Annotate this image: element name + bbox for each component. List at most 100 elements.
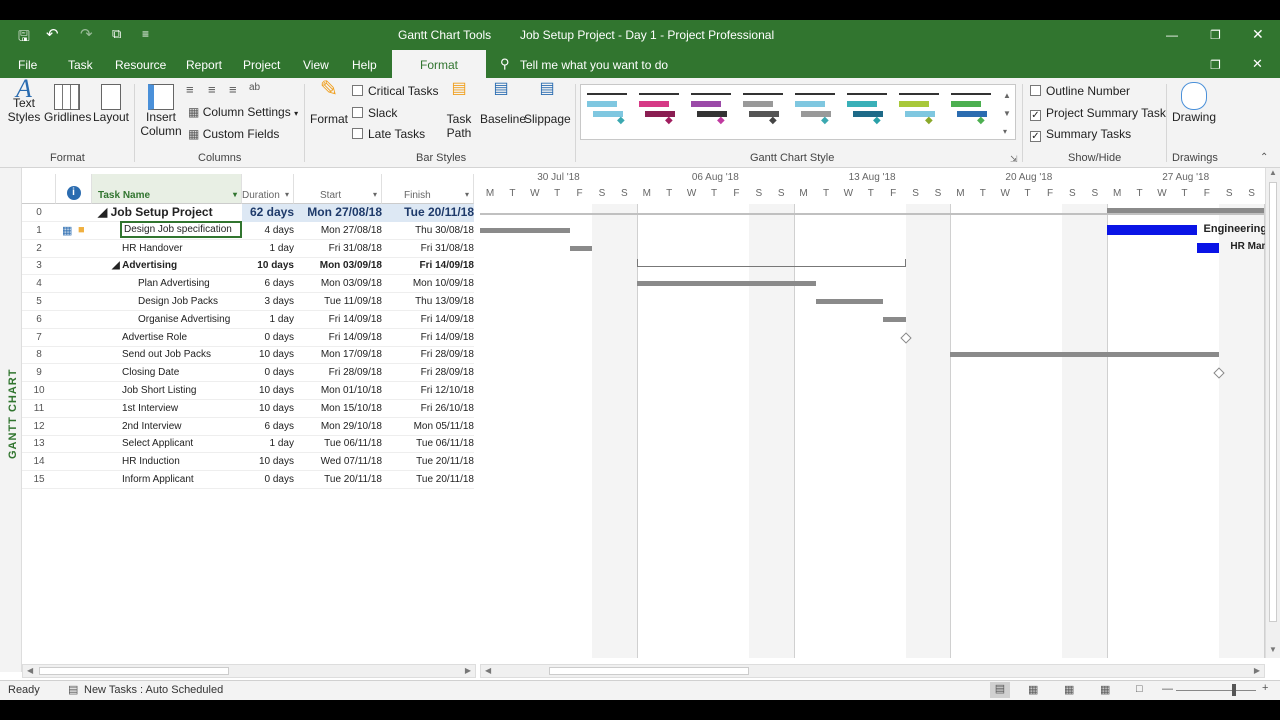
table-row[interactable]: 8 Send out Job Packs 10 days Mon 17/09/18 Fr…: [22, 346, 474, 365]
layout-button[interactable]: Layout: [92, 82, 130, 124]
duration-cell[interactable]: 0 days: [242, 332, 294, 343]
finish-cell[interactable]: Fri 14/09/18: [384, 332, 474, 343]
duration-cell[interactable]: 3 days: [242, 296, 294, 307]
duration-cell[interactable]: 1 day: [242, 438, 294, 449]
chart-scroll-thumb[interactable]: [549, 667, 749, 675]
slack-checkbox[interactable]: Slack: [352, 106, 397, 120]
start-cell[interactable]: Mon 15/10/18: [298, 403, 382, 414]
gantt-style-swatch[interactable]: ◆: [795, 91, 835, 135]
task-bar[interactable]: [816, 299, 884, 304]
format-bar-button[interactable]: ✎ Format: [308, 78, 350, 127]
zoom-slider[interactable]: [1176, 690, 1256, 691]
task-bar[interactable]: [950, 352, 1220, 358]
note-indicator-icon[interactable]: ■: [78, 224, 85, 236]
start-header[interactable]: Start ▾: [294, 174, 382, 204]
tab-resource[interactable]: Resource: [115, 58, 166, 72]
gantt-style-swatch[interactable]: ◆: [847, 91, 887, 135]
duration-header[interactable]: Duration ▾: [242, 174, 294, 204]
close-project-icon[interactable]: ✕: [1252, 56, 1263, 72]
zoom-out-icon[interactable]: —: [1162, 683, 1173, 695]
finish-cell[interactable]: Fri 14/09/18: [384, 260, 474, 271]
table-row[interactable]: 12 2nd Interview 6 days Mon 29/10/18 Mon 05/…: [22, 418, 474, 436]
task-bar-selected[interactable]: [1107, 224, 1197, 235]
finish-cell[interactable]: Mon 05/11/18: [384, 421, 474, 432]
gantt-style-swatch[interactable]: ◆: [951, 91, 991, 135]
gantt-view-icon[interactable]: ▤: [990, 682, 1010, 698]
task-name-cell[interactable]: Select Applicant: [122, 438, 193, 449]
vertical-scrollbar[interactable]: ▲ ▼: [1265, 168, 1280, 658]
zoom-slider-thumb[interactable]: [1232, 684, 1236, 696]
duration-cell[interactable]: 0 days: [242, 474, 294, 485]
baseline-button[interactable]: ▤ Baseline: [480, 81, 526, 127]
table-row[interactable]: 9 Closing Date 0 days Fri 28/09/18 Fri 28/09…: [22, 364, 474, 383]
duration-cell[interactable]: 62 days: [242, 205, 294, 219]
finish-cell[interactable]: Fri 31/08/18: [384, 243, 474, 254]
sheet-horizontal-scrollbar[interactable]: ◀ ▶: [22, 664, 476, 678]
task-id-cell[interactable]: 12: [22, 421, 56, 432]
start-cell[interactable]: Fri 31/08/18: [298, 243, 382, 254]
tab-file[interactable]: File: [18, 58, 37, 72]
task-id-cell[interactable]: 1: [22, 225, 56, 236]
task-name-cell[interactable]: 2nd Interview: [122, 421, 181, 432]
slippage-button[interactable]: ▤ Slippage: [524, 81, 571, 127]
task-path-button[interactable]: ▤ Task Path: [440, 81, 478, 141]
start-cell[interactable]: Mon 27/08/18: [298, 205, 382, 219]
duration-cell[interactable]: 1 day: [242, 243, 294, 254]
finish-cell[interactable]: Fri 28/09/18: [384, 349, 474, 360]
finish-cell[interactable]: Fri 14/09/18: [384, 314, 474, 325]
gantt-style-swatch[interactable]: ◆: [691, 91, 731, 135]
tab-help[interactable]: Help: [352, 58, 377, 72]
start-cell[interactable]: Fri 14/09/18: [298, 332, 382, 343]
ribbon-display-icon[interactable]: ❐: [1210, 58, 1221, 72]
select-all-header[interactable]: [22, 174, 56, 204]
task-name-cell[interactable]: Organise Advertising: [138, 314, 230, 325]
finish-cell[interactable]: Tue 20/11/18: [384, 474, 474, 485]
task-name-cell[interactable]: HR Induction: [122, 456, 180, 467]
undo-icon[interactable]: ↶: [46, 25, 59, 43]
indicators-header[interactable]: i: [56, 174, 92, 204]
task-name-cell[interactable]: Job Short Listing: [122, 385, 197, 396]
duration-cell[interactable]: 10 days: [242, 456, 294, 467]
task-usage-icon[interactable]: ▦: [1028, 683, 1038, 696]
duration-cell[interactable]: 0 days: [242, 367, 294, 378]
start-cell[interactable]: Mon 03/09/18: [298, 260, 382, 271]
table-row[interactable]: 3 ◢ Advertising 10 days Mon 03/09/18 Fri 14/…: [22, 257, 474, 276]
project-summary-bar[interactable]: [1107, 208, 1264, 213]
scroll-left-icon[interactable]: ◀: [485, 666, 491, 675]
dialog-launcher-icon[interactable]: ⇲: [1010, 154, 1018, 165]
close-icon[interactable]: ✕: [1252, 26, 1264, 43]
finish-cell[interactable]: Tue 20/11/18: [384, 456, 474, 467]
align-right-icon[interactable]: ≡: [229, 82, 237, 97]
copy-icon[interactable]: ⧉: [112, 26, 121, 42]
task-id-cell[interactable]: 14: [22, 456, 56, 467]
calendar-indicator-icon[interactable]: ▦: [62, 224, 72, 237]
task-name-cell[interactable]: 1st Interview: [122, 403, 178, 414]
start-cell[interactable]: Tue 20/11/18: [298, 474, 382, 485]
start-cell[interactable]: Fri 28/09/18: [298, 367, 382, 378]
table-row[interactable]: 4 Plan Advertising 6 days Mon 03/09/18 Mon 1…: [22, 275, 474, 294]
insert-column-button[interactable]: Insert Column: [140, 82, 182, 138]
table-row[interactable]: 0 ◢ Job Setup Project 62 days Mon 27/08/18 T…: [22, 204, 474, 222]
finish-cell[interactable]: Fri 28/09/18: [384, 367, 474, 378]
start-cell[interactable]: Tue 11/09/18: [298, 296, 382, 307]
duration-cell[interactable]: 10 days: [242, 385, 294, 396]
scroll-right-icon[interactable]: ▶: [465, 666, 471, 675]
task-name-cell[interactable]: ◢ Advertising: [112, 260, 177, 271]
task-id-cell[interactable]: 9: [22, 367, 56, 378]
tab-view[interactable]: View: [303, 58, 329, 72]
start-cell[interactable]: Mon 29/10/18: [298, 421, 382, 432]
table-row[interactable]: 13 Select Applicant 1 day Tue 06/11/18 Tue 0…: [22, 435, 474, 454]
align-left-icon[interactable]: ≡: [186, 82, 194, 97]
duration-cell[interactable]: 10 days: [242, 403, 294, 414]
start-cell[interactable]: Mon 03/09/18: [298, 278, 382, 289]
wrap-text-icon[interactable]: ab: [249, 82, 260, 93]
vertical-scroll-thumb[interactable]: [1269, 182, 1277, 622]
team-planner-icon[interactable]: ▦: [1064, 683, 1074, 696]
duration-cell[interactable]: 4 days: [242, 225, 294, 236]
tab-task[interactable]: Task: [68, 58, 93, 72]
align-center-icon[interactable]: ≡: [208, 82, 216, 97]
duration-cell[interactable]: 10 days: [242, 260, 294, 271]
column-settings-button[interactable]: ▦ Column Settings ▾: [188, 105, 298, 119]
sheet-scroll-thumb[interactable]: [39, 667, 229, 675]
schedule-mode[interactable]: New Tasks : Auto Scheduled: [84, 684, 223, 696]
